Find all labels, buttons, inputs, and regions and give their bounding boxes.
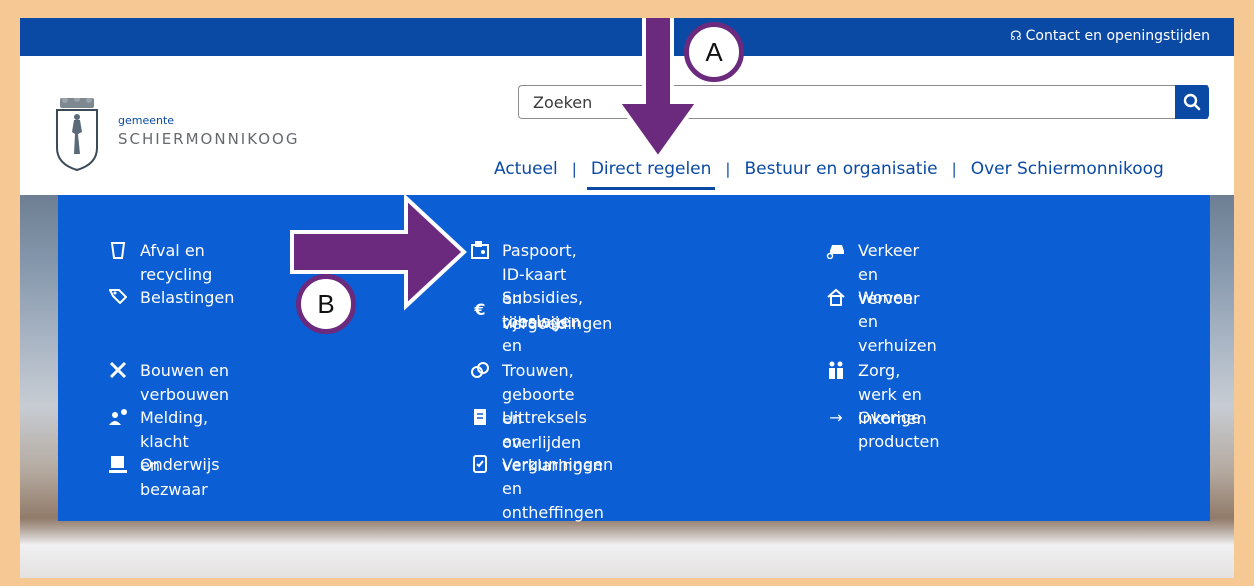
house-icon <box>826 288 846 308</box>
permit-icon <box>470 455 490 475</box>
nav-separator: | <box>951 160 957 178</box>
trash-icon <box>108 241 128 261</box>
search-button[interactable] <box>1175 85 1209 119</box>
rings-icon <box>470 361 490 381</box>
headset-icon: ☊ <box>1010 29 1022 44</box>
contact-link[interactable]: ☊ Contact en openingstijden <box>1010 28 1210 44</box>
nav-bestuur[interactable]: Bestuur en organisatie <box>740 159 941 179</box>
logo-subtitle: gemeente <box>118 114 175 127</box>
annotation-label-b: B <box>296 274 356 334</box>
nav-separator: | <box>571 160 577 178</box>
euro-icon: € <box>474 300 486 319</box>
people-icon <box>826 361 846 381</box>
person-alert-icon <box>108 408 128 428</box>
document-icon <box>470 408 490 428</box>
contact-label: Contact en openingstijden <box>1025 28 1210 44</box>
municipal-crest-logo[interactable] <box>54 98 100 172</box>
car-icon <box>826 241 846 261</box>
annotation-label-a: A <box>684 22 744 82</box>
nav-actueel[interactable]: Actueel <box>490 159 562 179</box>
school-icon <box>108 455 128 475</box>
id-card-icon <box>470 241 490 261</box>
nav-separator: | <box>725 160 731 178</box>
main-navigation: Actueel | Direct regelen | Bestuur en organi… <box>490 159 1168 190</box>
arrow-right-icon: → <box>829 408 843 427</box>
search-icon <box>1183 93 1201 111</box>
nav-over[interactable]: Over Schiermonnikoog <box>967 159 1168 179</box>
hero-snow <box>20 518 1234 578</box>
logo-title: SCHIERMONNIKOOG <box>118 130 300 148</box>
direct-regelen-dropdown: Afval en recycling Belastingen Bouwen en… <box>58 195 1210 522</box>
page-frame: ☊ Contact en openingstijden gemeente SCHI… <box>20 18 1234 578</box>
tag-icon <box>108 288 128 308</box>
tools-icon <box>108 361 128 381</box>
nav-direct-regelen[interactable]: Direct regelen <box>586 159 716 190</box>
